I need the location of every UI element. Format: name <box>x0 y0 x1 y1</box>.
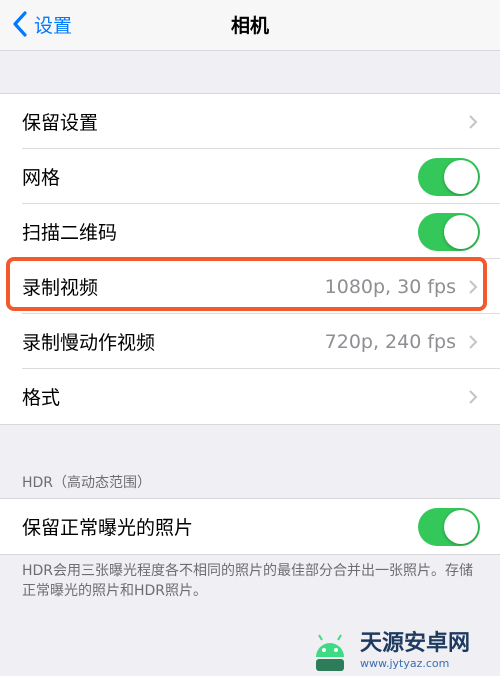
row-value: 1080p, 30 fps <box>324 275 456 298</box>
chevron-right-icon <box>469 279 478 294</box>
watermark-text: 天源安卓网 www.jytyaz.com <box>360 631 470 671</box>
chevron-right-icon <box>469 114 478 129</box>
watermark: 天源安卓网 www.jytyaz.com <box>306 626 500 676</box>
row-label: 保留设置 <box>22 112 99 134</box>
page-title: 相机 <box>230 15 269 37</box>
toggle-knob <box>444 214 478 249</box>
row-label: 格式 <box>22 387 61 409</box>
row-label: 保留正常曝光的照片 <box>22 517 194 539</box>
row-formats[interactable]: 格式 <box>0 369 500 424</box>
camera-settings-group: 保留设置 网格 扫描二维码 录制视频 1080p, 30 fps 录制慢动作视频… <box>0 93 500 425</box>
row-grid: 网格 <box>0 149 500 204</box>
row-label: 网格 <box>22 167 61 189</box>
chevron-right-icon <box>469 334 478 349</box>
row-record-video[interactable]: 录制视频 1080p, 30 fps <box>0 259 500 314</box>
row-value: 720p, 240 fps <box>324 330 456 353</box>
row-label: 扫描二维码 <box>22 222 118 244</box>
row-preserve-settings[interactable]: 保留设置 <box>0 94 500 149</box>
watermark-name: 天源安卓网 <box>360 631 471 656</box>
hdr-settings-group: 保留正常曝光的照片 <box>0 498 500 555</box>
keep-normal-photo-toggle[interactable] <box>418 507 480 546</box>
row-label: 录制视频 <box>22 277 99 299</box>
grid-toggle[interactable] <box>418 157 480 196</box>
row-record-slo-mo[interactable]: 录制慢动作视频 720p, 240 fps <box>0 314 500 369</box>
row-keep-normal-photo: 保留正常曝光的照片 <box>0 499 500 554</box>
toggle-knob <box>444 509 478 544</box>
toggle-knob <box>444 159 478 194</box>
row-scan-qr-code: 扫描二维码 <box>0 204 500 259</box>
watermark-url: www.jytyaz.com <box>360 657 450 670</box>
scan-qr-toggle[interactable] <box>418 212 480 251</box>
hdr-section-header: HDR（高动态范围） <box>22 475 152 491</box>
android-logo-icon <box>316 634 344 671</box>
row-label: 录制慢动作视频 <box>22 332 156 354</box>
chevron-right-icon <box>469 389 478 404</box>
hdr-footer-note: HDR会用三张曝光程度各不相同的照片的最佳部分合并出一张照片。存储正常曝光的照片… <box>22 563 474 599</box>
navigation-bar: 设置 相机 <box>0 0 500 51</box>
